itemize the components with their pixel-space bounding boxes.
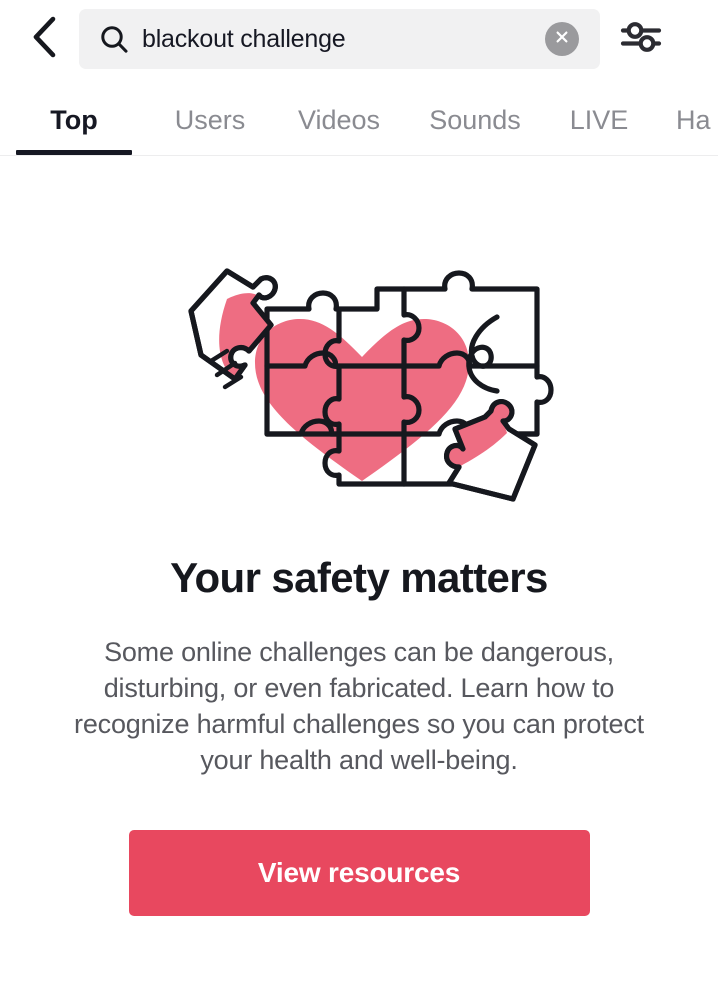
tab-label: Videos xyxy=(297,104,381,135)
view-resources-button[interactable]: View resources xyxy=(128,830,590,916)
tab-videos[interactable]: Videos xyxy=(272,85,406,155)
search-tab-bar[interactable]: Top Users Videos Sounds LIVE Ha xyxy=(0,85,718,156)
search-icon xyxy=(99,24,129,54)
sliders-icon xyxy=(620,20,662,59)
search-filter-button[interactable] xyxy=(614,12,668,66)
puzzle-heart-illustration xyxy=(149,229,569,509)
tab-label: LIVE xyxy=(569,104,629,135)
tab-live[interactable]: LIVE xyxy=(544,85,654,155)
tab-top[interactable]: Top xyxy=(0,85,148,155)
tab-label: Sounds xyxy=(429,104,521,135)
search-header xyxy=(0,0,718,78)
tab-sounds[interactable]: Sounds xyxy=(406,85,544,155)
safety-title: Your safety matters xyxy=(170,554,548,601)
tab-hashtags[interactable]: Ha xyxy=(654,85,718,155)
clear-search-button[interactable] xyxy=(545,22,579,56)
safety-description: Some online challenges can be dangerous,… xyxy=(74,637,644,775)
search-field[interactable] xyxy=(79,9,600,69)
search-input[interactable] xyxy=(142,24,545,54)
close-icon xyxy=(554,29,570,50)
tab-users[interactable]: Users xyxy=(148,85,272,155)
tab-label: Top xyxy=(50,104,98,135)
safety-notice-panel: Your safety matters Some online challeng… xyxy=(0,157,718,1000)
tab-label: Ha xyxy=(676,104,711,135)
tab-label: Users xyxy=(174,104,246,135)
chevron-left-icon xyxy=(29,15,59,64)
back-button[interactable] xyxy=(16,11,72,67)
search-results-screen: Top Users Videos Sounds LIVE Ha xyxy=(0,0,718,1000)
